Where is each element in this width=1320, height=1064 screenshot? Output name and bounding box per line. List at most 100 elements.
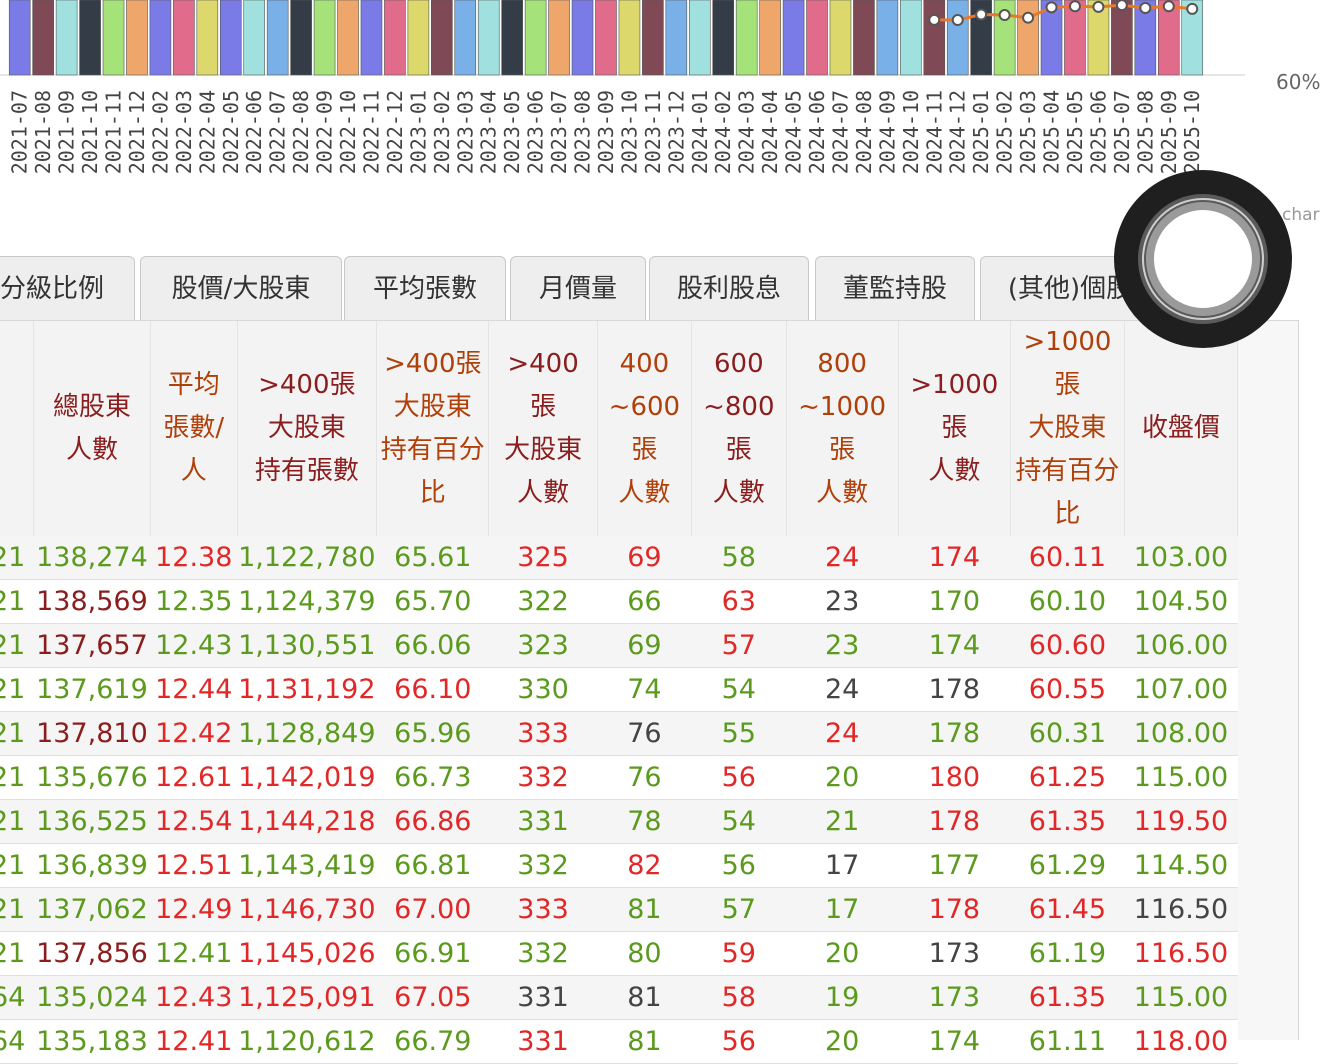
bar[interactable] <box>595 0 617 76</box>
table-cell: 118.00 <box>1124 1019 1238 1064</box>
line-point[interactable] <box>998 9 1011 22</box>
bar[interactable] <box>688 0 711 76</box>
column-header[interactable]: 600 ~800 張人數 <box>691 321 787 536</box>
column-header[interactable]: >1000 張人數 <box>898 321 1011 536</box>
bar[interactable] <box>524 0 547 76</box>
x-tick-label: 2021-07 <box>8 90 32 174</box>
column-header[interactable]: >400 張大股東 人數 <box>488 321 598 536</box>
bar[interactable] <box>219 0 242 76</box>
table-cell: 66.79 <box>376 1019 489 1064</box>
bar[interactable] <box>501 0 523 76</box>
bar[interactable] <box>384 0 406 76</box>
shareholder-table-container[interactable]: 數總股東人數平均張數/人>400張大股東持有張數>400張大股東持有百分比>40… <box>0 320 1299 1064</box>
line-point[interactable] <box>1139 2 1152 15</box>
bar[interactable] <box>360 0 383 76</box>
column-header[interactable]: >1000張 大股東 持有百分比 <box>1010 321 1125 536</box>
bar[interactable] <box>571 0 594 76</box>
table-cell: 56 <box>691 755 787 800</box>
x-tick-label: 2021-12 <box>125 90 149 174</box>
line-point[interactable] <box>1186 2 1199 15</box>
bar[interactable] <box>735 0 758 76</box>
column-header[interactable]: 800 ~1000 張人數 <box>786 321 899 536</box>
bar[interactable] <box>829 0 852 76</box>
bar[interactable] <box>923 0 946 76</box>
bar[interactable] <box>1111 0 1133 76</box>
table-cell: 137,657 <box>33 623 151 668</box>
bar[interactable] <box>313 0 336 76</box>
line-point[interactable] <box>1162 0 1175 13</box>
tab-1[interactable]: 股價/大股東 <box>140 256 342 320</box>
table-cell: 12.61 <box>150 755 237 800</box>
bar[interactable] <box>79 0 101 76</box>
bar[interactable] <box>431 0 453 76</box>
line-point[interactable] <box>1115 0 1128 12</box>
bar[interactable] <box>806 0 828 76</box>
bar[interactable] <box>407 0 430 76</box>
bar[interactable] <box>946 0 969 76</box>
line-point[interactable] <box>1045 1 1058 14</box>
table-cell: 12.43 <box>150 975 237 1020</box>
bar[interactable] <box>548 0 570 76</box>
bar[interactable] <box>173 0 195 76</box>
bar[interactable] <box>55 0 78 76</box>
column-header[interactable]: 收盤價 <box>1124 321 1239 536</box>
bar[interactable] <box>196 0 219 76</box>
bar[interactable] <box>900 0 922 76</box>
bar[interactable] <box>243 0 266 76</box>
x-tick-label: 2022-03 <box>172 90 196 174</box>
line-point[interactable] <box>975 8 988 21</box>
table-cell: 1,145,026 <box>237 931 377 976</box>
bar[interactable] <box>290 0 312 76</box>
tab-2[interactable]: 平均張數 <box>344 256 506 320</box>
table-cell: 6,121 <box>0 579 34 624</box>
bar[interactable] <box>8 0 31 76</box>
column-header[interactable]: 數 <box>0 321 34 536</box>
tab-5[interactable]: 董監持股 <box>815 256 975 320</box>
column-header[interactable]: 400 ~600 張人數 <box>597 321 693 536</box>
table-cell: 173 <box>898 931 1011 976</box>
bar[interactable] <box>477 0 500 76</box>
table-cell: 137,619 <box>33 667 151 712</box>
bar[interactable] <box>454 0 477 76</box>
tab-0[interactable]: 分級比例 <box>0 256 135 320</box>
line-point[interactable] <box>1092 0 1105 13</box>
table-cell: 66.73 <box>376 755 489 800</box>
bar[interactable] <box>337 0 359 76</box>
line-point[interactable] <box>1022 11 1035 24</box>
bar[interactable] <box>853 0 875 76</box>
line-point[interactable] <box>951 14 964 26</box>
table-cell: 58 <box>691 975 787 1020</box>
column-header[interactable]: >400張 大股東 持有張數 <box>237 321 378 536</box>
bar[interactable] <box>782 0 805 76</box>
bar[interactable] <box>759 0 781 76</box>
table-cell: 6,121 <box>0 931 34 976</box>
column-header[interactable]: 平均 張數/人 <box>150 321 238 536</box>
tab-3[interactable]: 月價量 <box>510 256 646 320</box>
bar[interactable] <box>102 0 125 76</box>
line-point[interactable] <box>1068 0 1081 13</box>
chart-credit[interactable]: char <box>1282 205 1320 225</box>
bar[interactable] <box>876 0 899 76</box>
bar[interactable] <box>126 0 148 76</box>
table-cell: 331 <box>488 975 598 1020</box>
x-tick-label: 2025-07 <box>1110 90 1134 174</box>
bar[interactable] <box>1017 0 1039 76</box>
table-cell: 76 <box>597 755 692 800</box>
bar[interactable] <box>712 0 735 76</box>
column-header[interactable]: 總股東 人數 <box>33 321 152 536</box>
table-cell: 61.11 <box>1010 1019 1125 1064</box>
bar[interactable] <box>665 0 688 76</box>
table-cell: 12.38 <box>150 536 237 580</box>
bar[interactable] <box>266 0 289 76</box>
bar[interactable] <box>32 0 54 76</box>
table-cell: 63 <box>691 579 787 624</box>
table-cell: 60.55 <box>1010 667 1125 712</box>
column-header[interactable]: >400張 大股東 持有百分比 <box>376 321 490 536</box>
tab-4[interactable]: 股利股息 <box>649 256 809 320</box>
line-point[interactable] <box>928 13 941 26</box>
bar[interactable] <box>642 0 664 76</box>
bar[interactable] <box>149 0 172 76</box>
table-cell: 61.19 <box>1010 931 1125 976</box>
x-tick-label: 2023-06 <box>524 90 548 174</box>
bar[interactable] <box>618 0 641 76</box>
